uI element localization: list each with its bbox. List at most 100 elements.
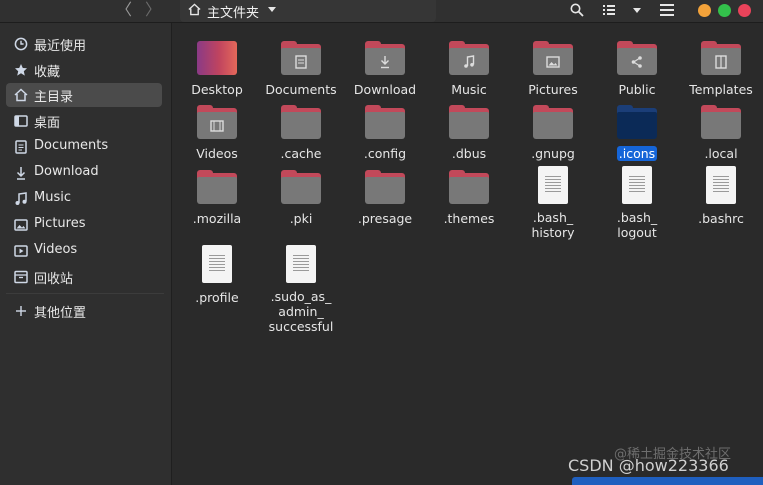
music-icon (15, 192, 27, 205)
sidebar-item-starred[interactable]: 收藏 (6, 58, 162, 82)
download-icon (16, 167, 26, 180)
file-item-gnupg[interactable]: .gnupg (511, 99, 595, 162)
header-bar: 〈 〉 主文件夹 (0, 0, 763, 23)
public-folder-icon (617, 41, 657, 75)
file-label: Videos (196, 146, 238, 161)
file-item-videos[interactable]: Videos (175, 99, 259, 162)
file-label: .profile (195, 290, 239, 305)
sidebar-item-recent[interactable]: 最近使用 (6, 32, 162, 56)
file-label: .icons (616, 146, 658, 161)
file-item-presage[interactable]: .presage (343, 164, 427, 227)
file-item-cache[interactable]: .cache (259, 99, 343, 162)
close-button[interactable] (738, 4, 751, 17)
sidebar: 最近使用 收藏 主目录 桌面 Documents Download Music … (0, 23, 172, 485)
sidebar-item-label: Videos (34, 242, 78, 257)
text-file-icon (202, 245, 232, 283)
hamburger-menu-icon[interactable] (660, 4, 674, 16)
file-item-themes[interactable]: .themes (427, 164, 511, 227)
file-item-pki[interactable]: .pki (259, 164, 343, 227)
folder-icon (533, 105, 573, 139)
file-item-dbus[interactable]: .dbus (427, 99, 511, 162)
path-dropdown-icon[interactable] (268, 7, 276, 12)
file-item-download[interactable]: Download (343, 35, 427, 98)
file-label: Pictures (528, 82, 578, 97)
file-item-sudo-as-admin-successful[interactable]: .sudo_as_ admin_ successful (259, 243, 343, 335)
file-label: .bash_ history (531, 210, 575, 240)
folder-icon (449, 170, 489, 204)
file-item-local[interactable]: .local (679, 99, 763, 162)
plus-icon (16, 306, 26, 316)
sidebar-item-pictures[interactable]: Pictures (6, 213, 162, 237)
text-file-icon (622, 166, 652, 204)
path-bar[interactable]: 主文件夹 (180, 0, 436, 22)
file-label: Download (353, 82, 417, 97)
file-grid: Desktop Documents Download Music Picture… (172, 23, 763, 485)
folder-icon (281, 170, 321, 204)
file-item-profile[interactable]: .profile (175, 243, 259, 306)
file-item-icons[interactable]: .icons (595, 99, 679, 162)
file-label: .mozilla (192, 211, 242, 226)
file-label: .local (704, 146, 738, 161)
file-label: Templates (689, 82, 753, 97)
text-file-icon (538, 166, 568, 204)
sidebar-item-trash[interactable]: 回收站 (6, 265, 162, 289)
sidebar-item-home[interactable]: 主目录 (6, 83, 162, 107)
sort-dropdown-icon[interactable] (633, 8, 641, 13)
download-folder-icon (365, 41, 405, 75)
sidebar-item-videos[interactable]: Videos (6, 239, 162, 263)
search-icon[interactable] (570, 3, 584, 17)
sidebar-item-label: 桌面 (34, 116, 61, 131)
file-label: .cache (280, 146, 322, 161)
forward-button[interactable]: 〉 (143, 0, 163, 22)
document-icon (15, 140, 27, 154)
sidebar-item-music[interactable]: Music (6, 187, 162, 211)
picture-icon (14, 219, 28, 231)
file-item-config[interactable]: .config (343, 99, 427, 162)
file-label: .config (363, 146, 407, 161)
file-item-documents[interactable]: Documents (259, 35, 343, 98)
sidebar-item-label: 主目录 (34, 90, 74, 105)
sidebar-item-label: Download (34, 164, 99, 179)
file-item-bashrc[interactable]: .bashrc (679, 164, 763, 227)
file-label: Public (618, 82, 656, 97)
folder-icon (365, 170, 405, 204)
file-label: .bash_ logout (616, 210, 658, 240)
file-label: .dbus (451, 146, 487, 161)
folder-icon (365, 105, 405, 139)
list-view-icon[interactable] (603, 4, 615, 16)
documents-folder-icon (281, 41, 321, 75)
sidebar-item-label: Pictures (34, 216, 86, 231)
sidebar-item-download[interactable]: Download (6, 161, 162, 185)
sidebar-item-label: 其他位置 (34, 306, 87, 321)
sidebar-item-label: 收藏 (34, 65, 61, 80)
text-file-icon (706, 166, 736, 204)
star-icon (15, 64, 27, 76)
back-button[interactable]: 〈 (114, 0, 134, 22)
text-file-icon (286, 245, 316, 283)
file-item-music[interactable]: Music (427, 35, 511, 98)
folder-icon (197, 170, 237, 204)
file-label: Music (451, 82, 487, 97)
folder-icon (617, 105, 657, 139)
file-item-mozilla[interactable]: .mozilla (175, 164, 259, 227)
folder-icon (281, 105, 321, 139)
sidebar-item-documents[interactable]: Documents (6, 135, 162, 159)
sidebar-item-label: 最近使用 (34, 39, 87, 54)
file-item-templates[interactable]: Templates (679, 35, 763, 98)
minimize-button[interactable] (698, 4, 711, 17)
maximize-button[interactable] (718, 4, 731, 17)
file-item-bash-history[interactable]: .bash_ history (511, 164, 595, 241)
sidebar-item-desktop[interactable]: 桌面 (6, 109, 162, 133)
clock-icon (14, 37, 28, 51)
file-label: Documents (265, 82, 337, 97)
file-item-bash-logout[interactable]: .bash_ logout (595, 164, 679, 241)
file-item-pictures[interactable]: Pictures (511, 35, 595, 98)
file-label: Desktop (191, 82, 243, 97)
desktop-folder-icon (197, 41, 237, 75)
file-item-public[interactable]: Public (595, 35, 679, 98)
file-item-desktop[interactable]: Desktop (175, 35, 259, 98)
desktop-icon (14, 115, 28, 127)
bottom-highlight-strip (572, 477, 763, 485)
videos-folder-icon (197, 105, 237, 139)
sidebar-item-other-locations[interactable]: 其他位置 (6, 299, 162, 323)
